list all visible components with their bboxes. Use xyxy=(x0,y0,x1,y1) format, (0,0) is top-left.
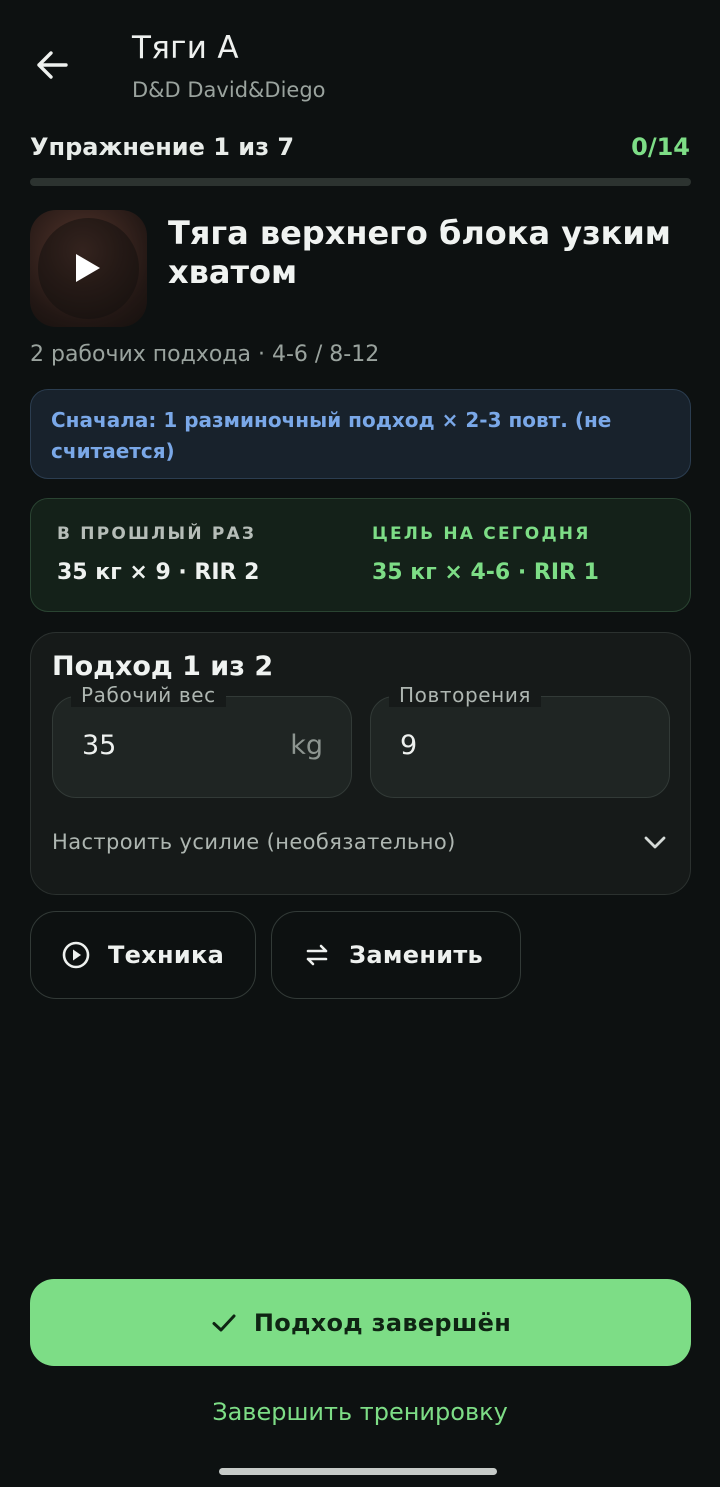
replace-exercise-label: Заменить xyxy=(349,941,484,969)
exercise-meta: 2 рабочих подхода · 4-6 / 8-12 xyxy=(30,342,380,367)
finish-set-label: Подход завершён xyxy=(253,1308,512,1337)
exercise-video-thumbnail[interactable] xyxy=(30,210,147,327)
play-icon xyxy=(76,254,100,282)
back-button[interactable] xyxy=(24,40,80,90)
progress-bar xyxy=(30,178,691,186)
set-card: Подход 1 из 2 Рабочий вес 35 kg Повторен… xyxy=(30,632,691,895)
target-today-value: 35 кг × 4-6 · RIR 1 xyxy=(372,560,599,585)
weight-field-label: Рабочий вес xyxy=(71,683,226,707)
set-title: Подход 1 из 2 xyxy=(52,651,274,682)
last-time-label: В ПРОШЛЫЙ РАЗ xyxy=(57,524,257,544)
warmup-note-text: Сначала: 1 разминочный подход × 2-3 повт… xyxy=(51,408,612,463)
last-time-value: 35 кг × 9 · RIR 2 xyxy=(57,560,260,585)
chevron-down-icon xyxy=(644,836,666,849)
check-icon xyxy=(210,1309,238,1337)
workout-title: Тяги А xyxy=(132,30,239,66)
reps-value[interactable]: 9 xyxy=(400,730,417,761)
play-circle-icon xyxy=(61,940,91,970)
weight-field[interactable]: Рабочий вес 35 kg xyxy=(52,683,352,798)
technique-button-label: Техника xyxy=(108,941,225,969)
sets-progress-count: 0/14 xyxy=(631,133,690,161)
effort-settings-label: Настроить усилие (необязательно) xyxy=(52,830,456,854)
weight-unit: kg xyxy=(290,730,323,761)
effort-settings-toggle[interactable]: Настроить усилие (необязательно) xyxy=(52,828,672,868)
reps-field[interactable]: Повторения 9 xyxy=(370,683,670,798)
warmup-note: Сначала: 1 разминочный подход × 2-3 повт… xyxy=(30,389,691,479)
target-today-label: ЦЕЛЬ НА СЕГОДНЯ xyxy=(372,524,591,544)
reps-field-label: Повторения xyxy=(389,683,542,707)
home-indicator[interactable] xyxy=(219,1468,497,1475)
swap-arrows-icon xyxy=(302,940,332,970)
arrow-left-icon xyxy=(37,51,68,79)
last-vs-target-card: В ПРОШЛЫЙ РАЗ 35 кг × 9 · RIR 2 ЦЕЛЬ НА … xyxy=(30,498,691,612)
end-workout-link[interactable]: Завершить тренировку xyxy=(0,1398,720,1426)
finish-set-button[interactable]: Подход завершён xyxy=(30,1279,691,1366)
replace-exercise-button[interactable]: Заменить xyxy=(271,911,521,999)
technique-button[interactable]: Техника xyxy=(30,911,256,999)
weight-value[interactable]: 35 xyxy=(82,730,116,761)
exercise-name: Тяга верхнего блока узким хватом xyxy=(168,214,671,291)
workout-subtitle: D&D David&Diego xyxy=(132,78,326,102)
exercise-progress-label: Упражнение 1 из 7 xyxy=(30,133,295,161)
